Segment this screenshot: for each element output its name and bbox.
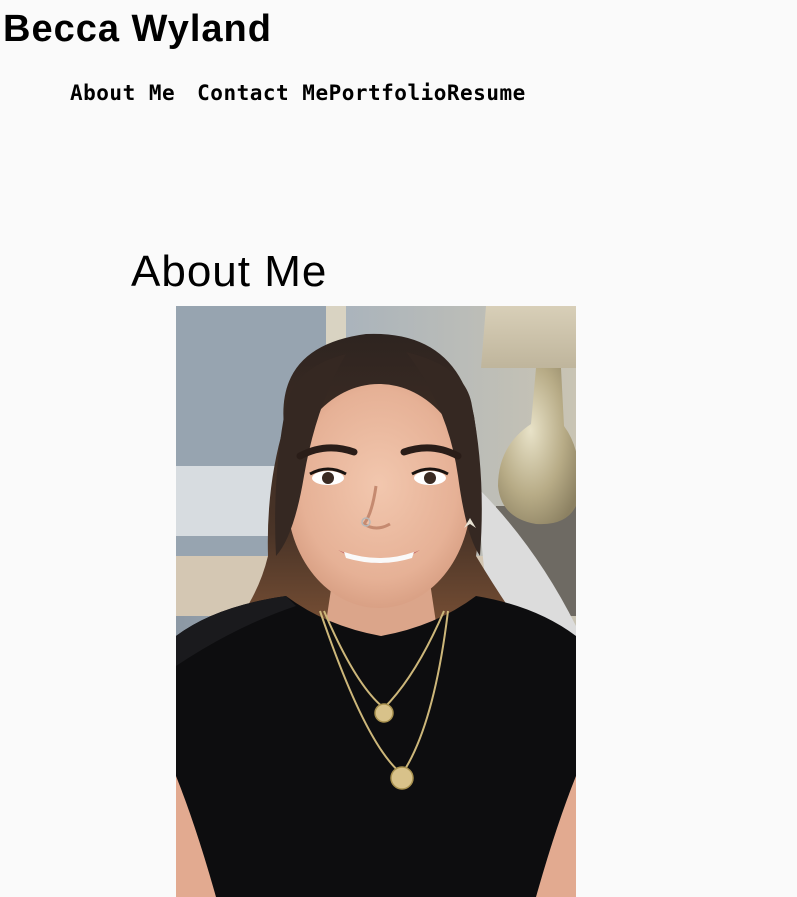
nav-contact-me[interactable]: Contact Me — [197, 78, 328, 108]
necklace-pendant-small — [374, 703, 394, 723]
lamp-shade — [481, 306, 576, 368]
nav-resume[interactable]: Resume — [447, 78, 526, 108]
nav-portfolio[interactable]: Portfolio — [329, 78, 447, 108]
necklace-pendant-large — [390, 766, 414, 790]
site-title: Becca Wyland — [3, 8, 272, 50]
black-shirt — [176, 596, 576, 897]
about-me-heading: About Me — [131, 247, 328, 296]
profile-photo — [176, 306, 576, 897]
main-nav: About Me Contact Me Portfolio Resume — [70, 78, 526, 108]
nav-about-me[interactable]: About Me — [70, 78, 175, 108]
